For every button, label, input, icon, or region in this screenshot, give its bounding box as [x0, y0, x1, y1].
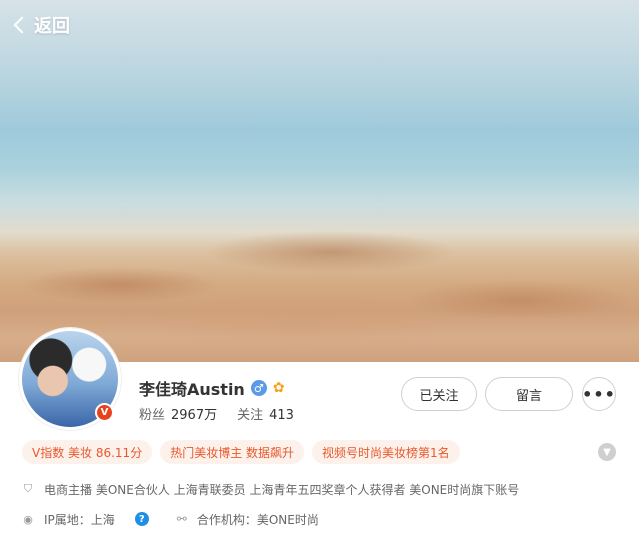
org-link-icon: ⚯	[176, 512, 187, 526]
location-pin-icon: ◉	[23, 512, 33, 526]
stat-followers[interactable]: 粉丝 2967万	[139, 404, 217, 423]
crown-icon: ✿	[272, 380, 285, 396]
tag-v-index[interactable]: V指数 美妆 86.11分	[22, 440, 153, 464]
tag-hot-blogger[interactable]: 热门美妆博主 数据飙升	[160, 440, 305, 464]
chevron-left-icon	[13, 16, 31, 34]
more-button[interactable]: •••	[582, 377, 616, 411]
tags-row: V指数 美妆 86.11分 热门美妆博主 数据飙升 视频号时尚美妆榜第1名	[22, 440, 460, 464]
male-icon: ♂	[250, 380, 267, 396]
chevron-down-icon[interactable]: ▼	[598, 443, 616, 461]
stat-label: 粉丝	[139, 408, 166, 423]
certification-text: 电商主播 美ONE合伙人 上海青联委员 上海青年五四奖章个人获得者 美ONE时尚…	[44, 482, 520, 497]
back-button[interactable]: 返回	[12, 10, 70, 40]
stat-label: 关注	[237, 408, 264, 423]
stat-value: 2967万	[171, 408, 218, 423]
question-icon[interactable]: ?	[134, 512, 149, 526]
message-button[interactable]: 留言	[485, 377, 573, 411]
tag-ranking[interactable]: 视频号时尚美妆榜第1名	[312, 440, 460, 464]
cover-image	[0, 0, 639, 362]
stat-value: 413	[269, 408, 294, 423]
verified-badge-icon: V	[95, 403, 114, 422]
follow-button[interactable]: 已关注	[401, 377, 477, 411]
certification-row: ⛉ 电商主播 美ONE合伙人 上海青联委员 上海青年五四奖章个人获得者 美ONE…	[22, 480, 519, 498]
stat-following[interactable]: 关注 413	[237, 404, 294, 423]
back-label: 返回	[34, 16, 70, 37]
ip-row: ◉ IP属地：上海 ? ⚯ 合作机构：美ONE时尚	[22, 510, 319, 528]
org-info[interactable]: 合作机构：美ONE时尚	[197, 511, 319, 528]
ip-location: IP属地：上海	[44, 512, 115, 527]
name-row: 李佳琦Austin ♂ ✿	[139, 377, 285, 399]
stats-row: 粉丝 2967万 关注 413	[139, 404, 294, 423]
shield-icon: ⛉	[23, 482, 33, 495]
profile-name: 李佳琦Austin	[139, 380, 245, 399]
